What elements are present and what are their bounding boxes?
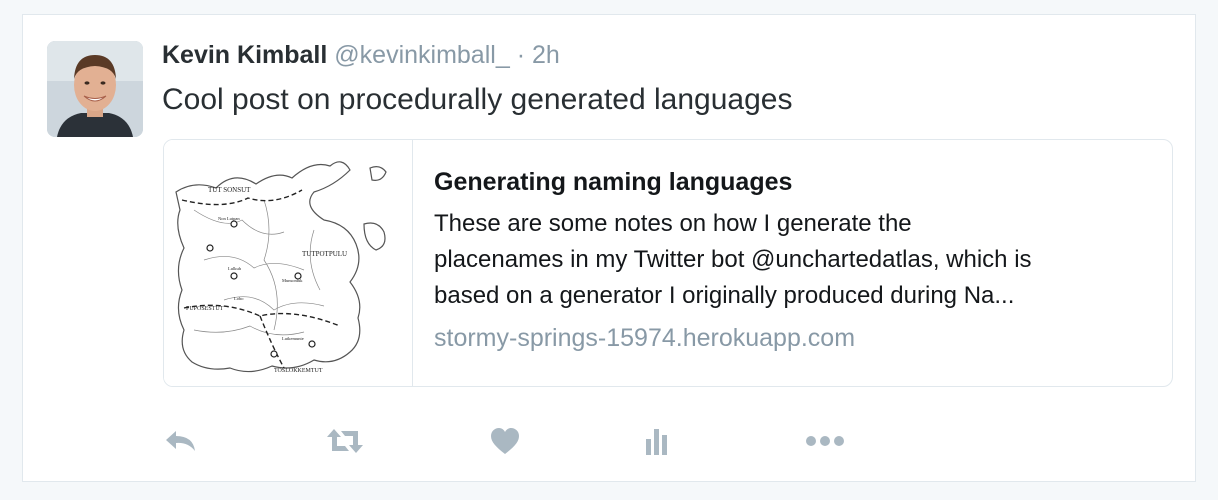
map-illustration: TUT SONSUT TUTPOTPULU PUPOSESTUT TOSLOKK…: [164, 140, 412, 386]
analytics-button[interactable]: [635, 419, 679, 463]
like-icon: [491, 428, 519, 454]
like-button[interactable]: [483, 419, 527, 463]
map-label-non-lutpan: Non Lutpan: [218, 216, 240, 221]
map-label-toslokkemtut: TOSLOKKEMTUT: [274, 368, 323, 374]
separator-dot: ·: [516, 41, 526, 69]
map-label-puposestut: PUPOSESTUT: [186, 306, 224, 312]
card-description-line: based on a generator I originally produc…: [434, 282, 1015, 309]
tweet-actions: [23, 419, 1195, 463]
map-label-tutpotpulu: TUTPOTPULU: [302, 250, 347, 258]
map-label-munsontuk: Munsontuk: [282, 278, 303, 283]
link-card[interactable]: TUT SONSUT TUTPOTPULU PUPOSESTUT TOSLOKK…: [163, 139, 1173, 387]
fullname[interactable]: Kevin Kimball: [162, 41, 327, 69]
retweet-icon: [327, 429, 363, 453]
reply-icon: [166, 431, 195, 451]
card-title: Generating naming languages: [434, 168, 793, 196]
profile-photo: [47, 41, 143, 137]
map-label-lobo: Lobo: [234, 296, 244, 301]
card-map-image: TUT SONSUT TUTPOTPULU PUPOSESTUT TOSLOKK…: [164, 140, 413, 386]
card-description: These are some notes on how I generate t…: [434, 206, 1154, 314]
map-label-lutkemunte: Lutkemunte: [282, 336, 304, 341]
tweet-header: Kevin Kimball @kevinkimball_ · 2h: [162, 39, 560, 71]
card-domain: stormy-springs-15974.herokuapp.com: [434, 324, 856, 352]
username[interactable]: @kevinkimball_: [334, 41, 509, 69]
more-icon: [806, 436, 844, 446]
tweet-text: Cool post on procedurally generated lang…: [162, 83, 793, 116]
card-description-line: placenames in my Twitter bot @uncharteda…: [434, 246, 1032, 273]
more-button[interactable]: [803, 419, 847, 463]
map-label-lulkuh: Lulkuh: [228, 266, 242, 271]
analytics-icon: [646, 429, 667, 455]
tweet[interactable]: Kevin Kimball @kevinkimball_ · 2h Cool p…: [22, 14, 1196, 482]
card-body: Generating naming languages These are so…: [434, 166, 1154, 354]
card-description-line: These are some notes on how I generate t…: [434, 210, 912, 237]
retweet-button[interactable]: [323, 419, 367, 463]
avatar[interactable]: [47, 41, 143, 137]
reply-button[interactable]: [159, 419, 203, 463]
timestamp[interactable]: 2h: [532, 41, 560, 69]
map-label-tut-sonsut: TUT SONSUT: [208, 186, 251, 194]
